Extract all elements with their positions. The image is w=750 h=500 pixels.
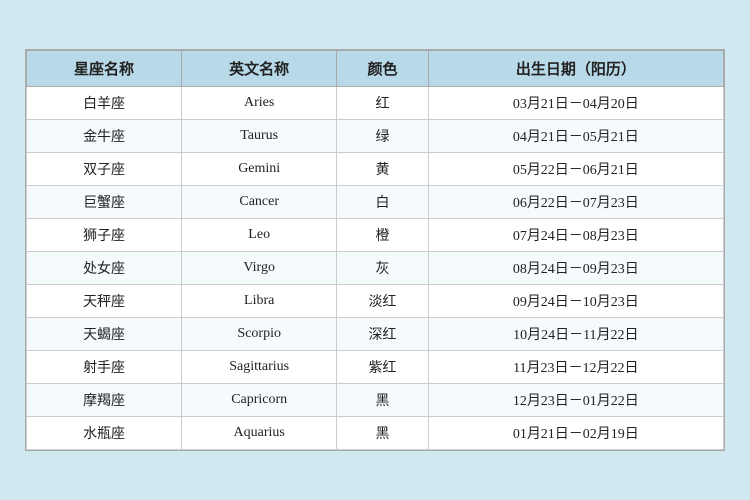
- table-row: 水瓶座Aquarius黑01月21日－02月19日: [27, 417, 724, 450]
- cell-chinese: 水瓶座: [27, 417, 182, 450]
- table-body: 白羊座Aries红03月21日－04月20日金牛座Taurus绿04月21日－0…: [27, 87, 724, 450]
- cell-color: 黑: [337, 417, 428, 450]
- cell-color: 白: [337, 186, 428, 219]
- zodiac-table-container: 星座名称 英文名称 颜色 出生日期（阳历） 白羊座Aries红03月21日－04…: [25, 49, 725, 451]
- cell-dates: 06月22日－07月23日: [428, 186, 723, 219]
- col-header-color: 颜色: [337, 51, 428, 87]
- cell-dates: 10月24日－11月22日: [428, 318, 723, 351]
- table-header-row: 星座名称 英文名称 颜色 出生日期（阳历）: [27, 51, 724, 87]
- cell-color: 深红: [337, 318, 428, 351]
- cell-dates: 03月21日－04月20日: [428, 87, 723, 120]
- cell-color: 黄: [337, 153, 428, 186]
- col-header-dates: 出生日期（阳历）: [428, 51, 723, 87]
- cell-color: 红: [337, 87, 428, 120]
- cell-dates: 09月24日－10月23日: [428, 285, 723, 318]
- cell-dates: 04月21日－05月21日: [428, 120, 723, 153]
- cell-dates: 12月23日－01月22日: [428, 384, 723, 417]
- cell-english: Scorpio: [182, 318, 337, 351]
- cell-dates: 11月23日－12月22日: [428, 351, 723, 384]
- cell-chinese: 射手座: [27, 351, 182, 384]
- cell-english: Cancer: [182, 186, 337, 219]
- cell-english: Virgo: [182, 252, 337, 285]
- cell-english: Aries: [182, 87, 337, 120]
- cell-english: Taurus: [182, 120, 337, 153]
- cell-chinese: 巨蟹座: [27, 186, 182, 219]
- cell-chinese: 双子座: [27, 153, 182, 186]
- cell-color: 紫红: [337, 351, 428, 384]
- table-row: 摩羯座Capricorn黑12月23日－01月22日: [27, 384, 724, 417]
- cell-english: Sagittarius: [182, 351, 337, 384]
- cell-chinese: 天秤座: [27, 285, 182, 318]
- table-row: 白羊座Aries红03月21日－04月20日: [27, 87, 724, 120]
- zodiac-table: 星座名称 英文名称 颜色 出生日期（阳历） 白羊座Aries红03月21日－04…: [26, 50, 724, 450]
- table-row: 巨蟹座Cancer白06月22日－07月23日: [27, 186, 724, 219]
- cell-color: 灰: [337, 252, 428, 285]
- cell-dates: 08月24日－09月23日: [428, 252, 723, 285]
- cell-color: 橙: [337, 219, 428, 252]
- table-row: 狮子座Leo橙07月24日－08月23日: [27, 219, 724, 252]
- table-row: 处女座Virgo灰08月24日－09月23日: [27, 252, 724, 285]
- cell-english: Capricorn: [182, 384, 337, 417]
- cell-chinese: 白羊座: [27, 87, 182, 120]
- cell-color: 黑: [337, 384, 428, 417]
- cell-chinese: 金牛座: [27, 120, 182, 153]
- cell-chinese: 狮子座: [27, 219, 182, 252]
- cell-english: Libra: [182, 285, 337, 318]
- cell-chinese: 处女座: [27, 252, 182, 285]
- table-row: 射手座Sagittarius紫红11月23日－12月22日: [27, 351, 724, 384]
- table-row: 天秤座Libra淡红09月24日－10月23日: [27, 285, 724, 318]
- table-row: 双子座Gemini黄05月22日－06月21日: [27, 153, 724, 186]
- table-row: 金牛座Taurus绿04月21日－05月21日: [27, 120, 724, 153]
- cell-dates: 01月21日－02月19日: [428, 417, 723, 450]
- cell-english: Aquarius: [182, 417, 337, 450]
- table-row: 天蝎座Scorpio深红10月24日－11月22日: [27, 318, 724, 351]
- cell-chinese: 摩羯座: [27, 384, 182, 417]
- cell-dates: 05月22日－06月21日: [428, 153, 723, 186]
- cell-color: 淡红: [337, 285, 428, 318]
- cell-english: Gemini: [182, 153, 337, 186]
- cell-chinese: 天蝎座: [27, 318, 182, 351]
- col-header-chinese: 星座名称: [27, 51, 182, 87]
- cell-dates: 07月24日－08月23日: [428, 219, 723, 252]
- col-header-english: 英文名称: [182, 51, 337, 87]
- cell-english: Leo: [182, 219, 337, 252]
- cell-color: 绿: [337, 120, 428, 153]
